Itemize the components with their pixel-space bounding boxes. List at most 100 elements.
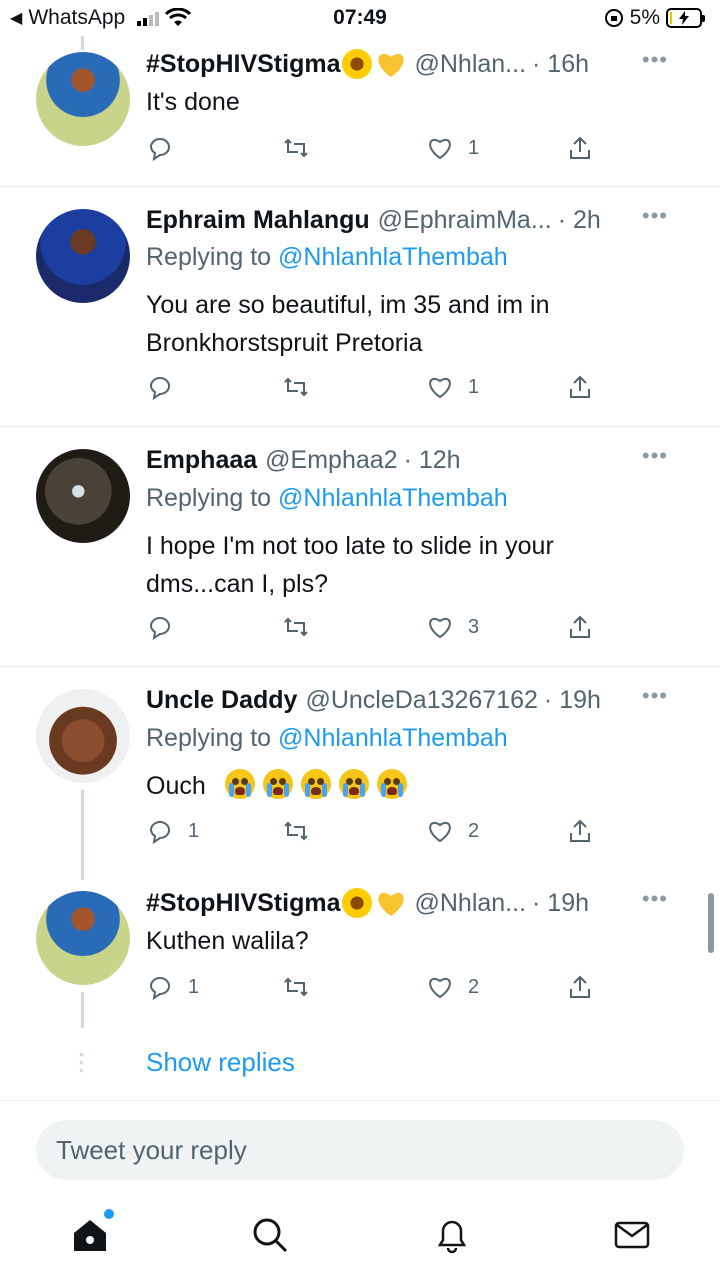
like-button[interactable]: 1 <box>426 134 479 162</box>
thread-dots: • • • <box>79 1046 84 1078</box>
thread-line <box>81 790 84 880</box>
share-button[interactable] <box>566 973 594 1001</box>
bottom-tab-bar <box>0 1195 720 1280</box>
reply-button[interactable] <box>146 134 188 162</box>
sunflower-icon <box>342 49 373 79</box>
tweet-text: Kuthen walila? <box>146 927 309 955</box>
search-icon <box>253 1218 288 1253</box>
display-name[interactable]: #StopHIVStigma <box>146 889 340 918</box>
share-button[interactable] <box>566 613 594 641</box>
share-icon <box>570 615 590 638</box>
loudly-crying-face-icon <box>376 769 407 799</box>
reply-icon <box>149 977 170 1001</box>
reply-count: 1 <box>188 975 200 998</box>
like-count: 1 <box>468 375 480 398</box>
tweet-text: Ouch <box>146 767 666 805</box>
retweet-button[interactable] <box>282 373 310 401</box>
share-button[interactable] <box>566 134 594 162</box>
home-tab[interactable] <box>70 1209 114 1255</box>
notifications-icon <box>437 1220 467 1254</box>
retweet-button[interactable] <box>282 613 310 641</box>
tweet-text-line: I hope I'm not too late to slide in your <box>146 532 554 560</box>
replying-to-link[interactable]: @NhlanhlaThembah <box>278 724 508 752</box>
reply-icon <box>149 138 170 162</box>
timestamp: · 19h <box>532 888 590 917</box>
avatar[interactable] <box>36 891 130 985</box>
home-notification-dot <box>104 1209 114 1219</box>
like-button[interactable]: 2 <box>426 973 479 1001</box>
avatar[interactable] <box>36 52 130 146</box>
reply-input[interactable]: Tweet your reply <box>36 1120 684 1180</box>
replying-to: Replying to @NhlanhlaThembah <box>146 243 508 272</box>
reply-button[interactable]: 1 <box>146 973 199 1001</box>
tweet-text: You are so beautiful, im 35 and im in Br… <box>146 286 666 362</box>
retweet-icon <box>284 138 308 158</box>
username[interactable]: @EphraimMa... <box>378 206 552 235</box>
scrollbar[interactable] <box>708 893 714 953</box>
avatar[interactable] <box>36 209 130 303</box>
divider <box>0 186 720 187</box>
loudly-crying-face-icon <box>338 769 369 799</box>
display-name[interactable]: #StopHIVStigma <box>146 50 340 79</box>
home-icon <box>74 1220 106 1251</box>
avatar[interactable] <box>36 689 130 783</box>
show-replies-link[interactable]: Show replies <box>146 1047 295 1078</box>
retweet-button[interactable] <box>282 817 310 845</box>
username[interactable]: @Nhlan... <box>414 50 526 79</box>
display-name[interactable]: Emphaaa <box>146 446 257 475</box>
retweet-button[interactable] <box>282 973 310 1001</box>
thread-line <box>81 992 84 1028</box>
like-button[interactable]: 3 <box>426 613 479 641</box>
status-bar: ◀ WhatsApp 07:49 5% <box>0 0 720 36</box>
tweet-text: It's done <box>146 88 240 116</box>
yellow-heart-icon <box>378 892 405 916</box>
notifications-tab[interactable] <box>432 1215 472 1255</box>
share-button[interactable] <box>566 817 594 845</box>
reply-button[interactable] <box>146 613 188 641</box>
share-icon <box>570 375 590 398</box>
share-icon <box>570 136 590 159</box>
more-options-icon[interactable]: ••• <box>642 886 668 912</box>
more-options-icon[interactable]: ••• <box>642 203 668 229</box>
like-count: 2 <box>468 819 480 842</box>
replying-to-link[interactable]: @NhlanhlaThembah <box>278 484 508 512</box>
heart-icon <box>429 822 451 843</box>
timestamp: · 19h <box>543 685 601 714</box>
more-options-icon[interactable]: ••• <box>642 683 668 709</box>
display-name[interactable]: Uncle Daddy <box>146 686 297 715</box>
like-button[interactable]: 1 <box>426 373 479 401</box>
avatar[interactable] <box>36 449 130 543</box>
replying-to-link[interactable]: @NhlanhlaThembah <box>278 243 508 271</box>
more-options-icon[interactable]: ••• <box>642 443 668 469</box>
retweet-icon <box>284 977 308 997</box>
heart-icon <box>429 139 451 160</box>
retweet-button[interactable] <box>282 134 310 162</box>
display-name[interactable]: Ephraim Mahlangu <box>146 206 370 235</box>
heart-icon <box>429 618 451 639</box>
search-tab[interactable] <box>250 1215 290 1255</box>
heart-icon <box>429 378 451 399</box>
loudly-crying-face-icon <box>300 769 331 799</box>
like-count: 2 <box>468 975 480 998</box>
battery-percent: 5% <box>629 6 660 29</box>
username[interactable]: @UncleDa13267162 <box>305 686 537 715</box>
replying-prefix: Replying to <box>146 243 279 271</box>
messages-tab[interactable] <box>612 1215 652 1255</box>
reply-button[interactable]: 1 <box>146 817 199 845</box>
tweet-text-line: You are so beautiful, im 35 and im in <box>146 291 550 319</box>
like-button[interactable]: 2 <box>426 817 479 845</box>
replying-prefix: Replying to <box>146 484 279 512</box>
more-options-icon[interactable]: ••• <box>642 47 668 73</box>
sunflower-icon <box>342 888 373 918</box>
tweet-text-content: Ouch <box>146 772 206 800</box>
like-count: 1 <box>468 136 480 159</box>
timestamp: · 2h <box>557 205 601 234</box>
username[interactable]: @Nhlan... <box>414 889 526 918</box>
share-button[interactable] <box>566 373 594 401</box>
replying-to: Replying to @NhlanhlaThembah <box>146 484 508 513</box>
loudly-crying-face-icon <box>262 769 293 799</box>
reply-button[interactable] <box>146 373 188 401</box>
retweet-icon <box>284 377 308 397</box>
divider <box>0 666 720 667</box>
username[interactable]: @Emphaa2 <box>265 446 397 475</box>
